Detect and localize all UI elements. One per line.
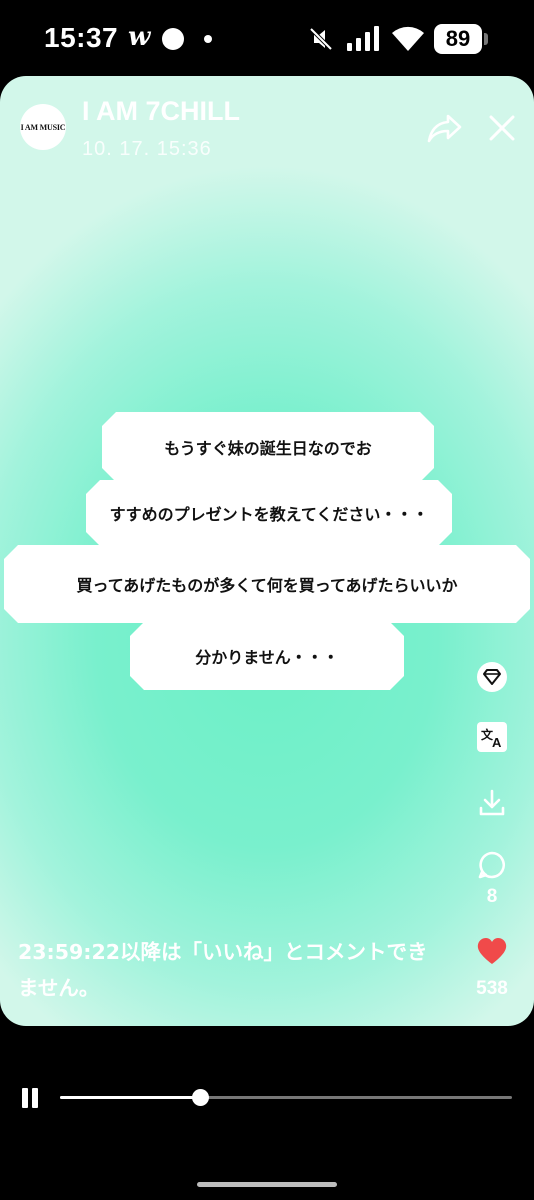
pause-icon-bar <box>32 1088 38 1108</box>
download-icon <box>479 789 505 816</box>
status-bar: 15:37 w 89 <box>0 0 534 76</box>
signal-icon <box>347 26 379 51</box>
countdown-timer: 23:59:22 <box>18 940 120 964</box>
like-button[interactable]: 538 <box>474 936 510 1000</box>
story-viewer: 15:37 w 89 I AM MUSIC I AM 7CHILL 10. 17… <box>0 0 534 1200</box>
download-button[interactable] <box>474 788 510 818</box>
story-text-line-3: 買ってあげたものが多くて何を買ってあげたらいいか <box>4 545 530 623</box>
post-timestamp: 10. 17. 15:36 <box>82 138 212 160</box>
app-notification-icon: w <box>128 22 151 52</box>
story-text-line-1: もうすぐ妹の誕生日なのでお <box>102 412 434 482</box>
share-icon[interactable] <box>426 112 464 144</box>
story-card[interactable]: I AM MUSIC I AM 7CHILL 10. 17. 15:36 もうす… <box>0 76 534 1026</box>
progress-fill <box>60 1096 201 1099</box>
translate-button[interactable]: 文 A <box>474 722 510 752</box>
comment-deadline-notice: 23:59:22以降は「いいね」とコメントできません。 <box>18 934 438 1006</box>
like-count: 538 <box>476 978 508 999</box>
translate-icon: 文 A <box>477 722 507 752</box>
battery-icon: 89 <box>434 24 482 54</box>
notification-dot-icon <box>162 28 184 50</box>
battery-tip <box>484 33 488 45</box>
story-text-line-2: すすめのプレゼントを教えてください・・・ <box>86 480 452 546</box>
diamond-icon <box>477 662 507 692</box>
pause-icon <box>22 1088 28 1108</box>
comment-icon <box>478 851 505 879</box>
comment-count: 8 <box>486 886 498 907</box>
home-indicator[interactable] <box>197 1182 337 1187</box>
wifi-icon <box>392 26 424 51</box>
story-header: I AM MUSIC I AM 7CHILL 10. 17. 15:36 <box>0 76 534 196</box>
progress-bar[interactable] <box>60 1089 512 1106</box>
mute-icon <box>309 27 333 51</box>
gift-button[interactable] <box>474 660 510 694</box>
progress-thumb[interactable] <box>192 1089 210 1106</box>
story-text-line-4: 分かりません・・・ <box>130 622 404 690</box>
avatar[interactable]: I AM MUSIC <box>20 104 66 150</box>
status-time: 15:37 <box>44 22 119 53</box>
svg-text:A: A <box>492 735 502 750</box>
pause-button[interactable] <box>20 1088 40 1108</box>
more-notifications-dot-icon <box>204 35 212 43</box>
close-icon[interactable] <box>486 112 518 144</box>
heart-icon <box>477 938 507 964</box>
account-name[interactable]: I AM 7CHILL <box>82 96 240 127</box>
comment-button[interactable]: 8 <box>474 850 510 908</box>
